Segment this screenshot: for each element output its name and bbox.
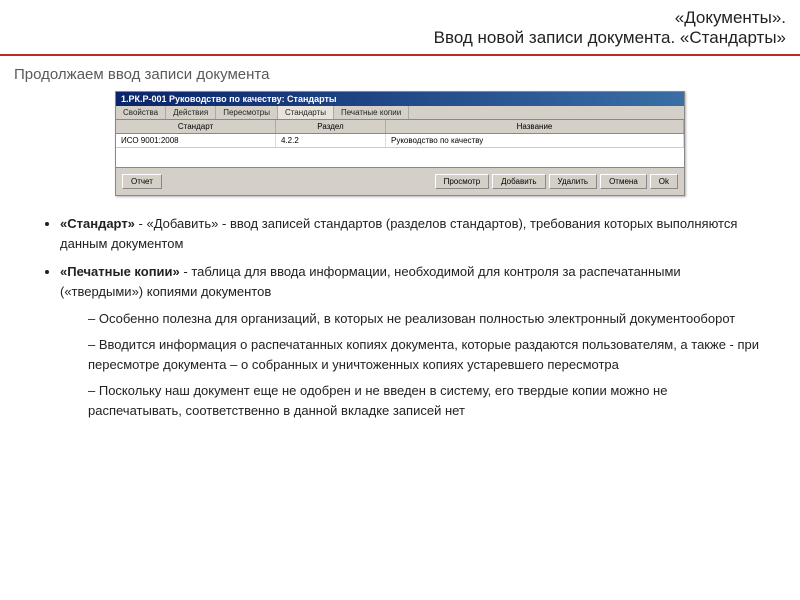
header-line2: Ввод новой записи документа. «Стандарты»: [14, 28, 786, 48]
col-section: Раздел: [276, 120, 386, 133]
report-button[interactable]: Отчет: [122, 174, 162, 189]
sublist-item: Поскольку наш документ еще не одобрен и …: [88, 381, 760, 421]
sublist-item: Вводится информация о распечатанных копи…: [88, 335, 760, 375]
grid-body: ИСО 9001:2008 4.2.2 Руководство по качес…: [116, 134, 684, 168]
page-subtitle: Продолжаем ввод записи документа: [0, 56, 800, 91]
tab-properties[interactable]: Свойства: [116, 106, 166, 119]
tab-actions[interactable]: Действия: [166, 106, 216, 119]
grid-header: Стандарт Раздел Название: [116, 120, 684, 134]
list-item: «Стандарт» - «Добавить» - ввод записей с…: [60, 214, 760, 254]
sublist-item: Особенно полезна для организаций, в кото…: [88, 309, 760, 329]
item-text: - «Добавить» - ввод записей стандартов (…: [60, 216, 737, 251]
delete-button[interactable]: Удалить: [549, 174, 598, 189]
left-buttons: Отчет: [122, 174, 162, 189]
cell-standard: ИСО 9001:2008: [116, 134, 276, 147]
table-row[interactable]: ИСО 9001:2008 4.2.2 Руководство по качес…: [116, 134, 684, 148]
button-bar: Отчет Просмотр Добавить Удалить Отмена O…: [116, 168, 684, 195]
header-line1: «Документы».: [14, 8, 786, 28]
col-name: Название: [386, 120, 684, 133]
item-strong: «Печатные копии»: [60, 264, 180, 279]
tab-standards[interactable]: Стандарты: [278, 106, 334, 119]
tab-row: Свойства Действия Пересмотры Стандарты П…: [116, 106, 684, 120]
ok-button[interactable]: Ok: [650, 174, 678, 189]
list-item: «Печатные копии» - таблица для ввода инф…: [60, 262, 760, 421]
col-standard: Стандарт: [116, 120, 276, 133]
item-strong: «Стандарт»: [60, 216, 135, 231]
cancel-button[interactable]: Отмена: [600, 174, 647, 189]
tab-printcopies[interactable]: Печатные копии: [334, 106, 409, 119]
app-window: 1.РК.Р-001 Руководство по качеству: Стан…: [115, 91, 685, 196]
cell-name: Руководство по качеству: [386, 134, 684, 147]
content-text: «Стандарт» - «Добавить» - ввод записей с…: [0, 210, 800, 443]
page-header: «Документы». Ввод новой записи документа…: [0, 0, 800, 56]
cell-section: 4.2.2: [276, 134, 386, 147]
view-button[interactable]: Просмотр: [435, 174, 490, 189]
window-title: 1.РК.Р-001 Руководство по качеству: Стан…: [116, 92, 684, 106]
tab-revisions[interactable]: Пересмотры: [216, 106, 278, 119]
add-button[interactable]: Добавить: [492, 174, 545, 189]
right-buttons: Просмотр Добавить Удалить Отмена Ok: [435, 174, 678, 189]
